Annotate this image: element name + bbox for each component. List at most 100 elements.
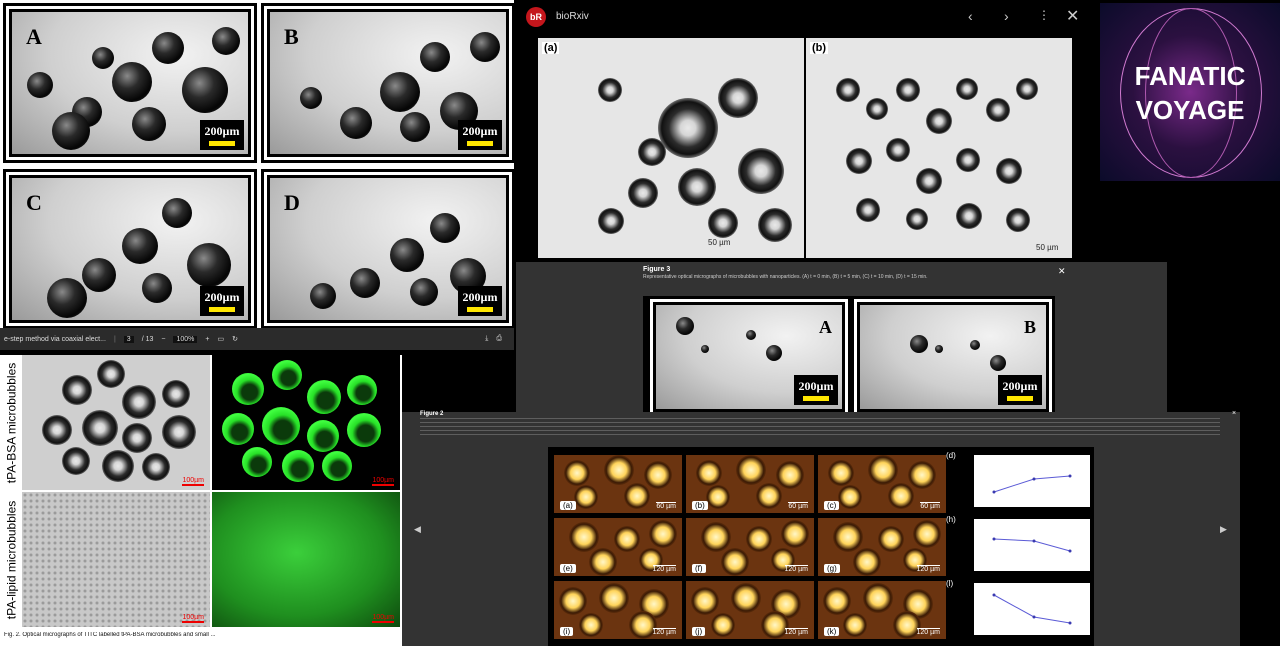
panel-label: (b): [692, 501, 708, 510]
figure-caption: Fig. 2. Optical micrographs of TITC labe…: [4, 632, 216, 638]
more-options-icon[interactable]: ⋮: [1038, 8, 1050, 22]
bubble: [828, 460, 854, 486]
close-icon[interactable]: ✕: [1058, 266, 1066, 277]
fit-page-icon[interactable]: ▭: [217, 335, 224, 343]
bubble: [649, 520, 677, 548]
bubble: [559, 587, 587, 615]
fig2-panel: (j) 120 µm: [686, 581, 814, 639]
image-label: (b): [810, 42, 829, 54]
bubble: [696, 460, 722, 486]
figure2-heading: Figure 2: [420, 411, 444, 417]
bsa-fluorescence: 100µm: [212, 355, 400, 490]
bubble: [863, 583, 893, 613]
micrograph-panel-a: A 200µm: [9, 9, 251, 157]
bubble: [711, 613, 735, 637]
ad-globe-inner: [1145, 8, 1237, 178]
image-label: (a): [542, 42, 560, 54]
bubble: [746, 526, 772, 552]
fig2-panel: (c) 60 µm: [818, 455, 946, 513]
scale-bar: 200µm: [794, 375, 838, 405]
pdf-toolbar: e-step method via coaxial elect... | 3 /…: [0, 328, 514, 350]
viewer-logo[interactable]: bR: [526, 7, 546, 27]
micrograph-panel-d: D 200µm: [267, 175, 509, 323]
scale-label: 50 µm: [1036, 243, 1059, 252]
panel-label: (f): [692, 564, 706, 573]
figure3-caption: Representative optical micrographs of mi…: [643, 274, 928, 280]
zoom-in-button[interactable]: +: [205, 336, 209, 343]
scale-label: 100µm: [372, 477, 394, 486]
bubble: [913, 520, 941, 548]
scale-bar: 200µm: [200, 120, 244, 150]
prev-arrow-icon[interactable]: ‹: [968, 8, 973, 24]
scale-bar: 200µm: [458, 120, 502, 150]
row-label-2: tPA-lipid microbubbles: [4, 500, 18, 619]
bubble: [823, 587, 851, 615]
fig2-panel: (i) 120 µm: [554, 581, 682, 639]
microbubble-figure: tPA-BSA microbubbles tPA-lipid microbubb…: [0, 355, 402, 646]
scale-label: 120 µm: [784, 565, 808, 573]
panel-label: D: [284, 190, 300, 215]
bubble: [614, 526, 640, 552]
bubble: [564, 460, 590, 486]
panel-label: (g): [824, 564, 840, 573]
document-title: e-step method via coaxial elect...: [4, 335, 106, 343]
bubble: [843, 613, 867, 637]
download-icon[interactable]: ⤓: [485, 335, 488, 343]
panel-label: A: [819, 317, 832, 337]
scale-label: 50 µm: [708, 238, 731, 247]
plot-l: (l): [944, 579, 1094, 641]
panel-label: (k): [824, 627, 840, 636]
zoom-out-button[interactable]: −: [161, 336, 165, 343]
fig2-panel: (k) 120 µm: [818, 581, 946, 639]
figure3-content: A 200µm B 200µm: [643, 296, 1053, 412]
bubble: [701, 522, 731, 552]
figure3-viewer: Figure 3 Representative optical microgra…: [516, 262, 1167, 412]
scale-label: 120 µm: [916, 628, 940, 636]
bubble: [838, 485, 862, 509]
panel-label: (c): [824, 501, 840, 510]
close-icon[interactable]: ×: [1232, 410, 1236, 417]
plot-d-chart: [974, 455, 1090, 507]
figure3-heading: Figure 3: [643, 266, 671, 273]
prev-figure-button[interactable]: ◀: [414, 524, 421, 535]
panel-label: (e): [560, 564, 576, 573]
zoom-level[interactable]: 100%: [173, 335, 198, 343]
ad-banner[interactable]: FANATIC VOYAGE: [1100, 3, 1280, 181]
next-figure-button[interactable]: ▶: [1220, 524, 1227, 535]
scale-label: 120 µm: [784, 628, 808, 636]
bubble: [604, 455, 634, 485]
scale-bar: 200µm: [200, 286, 244, 316]
viewer-image-b: (b) 50 µm: [806, 38, 1072, 258]
viewer-title: bioRxiv: [556, 11, 589, 22]
page-number-input[interactable]: 3: [123, 335, 134, 343]
plot-h: (h): [944, 515, 1094, 577]
fig2-panel: (e) 120 µm: [554, 518, 682, 576]
scale-label: 100µm: [182, 477, 204, 486]
close-icon[interactable]: ✕: [1066, 6, 1079, 26]
scale-label: 120 µm: [652, 565, 676, 573]
plot-label: (h): [946, 515, 956, 524]
scale-label: 60 µm: [656, 502, 676, 510]
fig3-panel-b: B 200µm: [857, 302, 1049, 412]
scale-bar: 200µm: [998, 375, 1042, 405]
next-arrow-icon[interactable]: ›: [1004, 8, 1009, 24]
bubble: [781, 520, 809, 548]
bubble: [579, 613, 603, 637]
rotate-icon[interactable]: ↻: [232, 335, 238, 343]
figure2-content: (a) 60 µm (b) 60 µm (c) 60 µm (e) 120 µm (f) 120 …: [548, 447, 1094, 646]
panel-label: (j): [692, 627, 706, 636]
lipid-fluorescence: 100µm: [212, 492, 400, 627]
print-icon[interactable]: ⎙: [496, 335, 502, 343]
scale-label: 100µm: [372, 614, 394, 623]
image-viewer: bR bioRxiv ‹ › ⋮ ✕ (a) 50 µm (b) 50 µm: [516, 0, 1100, 262]
plot-h-chart: [974, 519, 1090, 571]
scale-label: 60 µm: [788, 502, 808, 510]
fig2-panel: (a) 60 µm: [554, 455, 682, 513]
scale-label: 100µm: [182, 614, 204, 623]
micrograph-panel-b: B 200µm: [267, 9, 509, 157]
bubble: [888, 483, 914, 509]
panel-label: (i): [560, 627, 574, 636]
bubble: [908, 461, 936, 489]
bubble: [624, 483, 650, 509]
panel-label: A: [26, 24, 42, 49]
